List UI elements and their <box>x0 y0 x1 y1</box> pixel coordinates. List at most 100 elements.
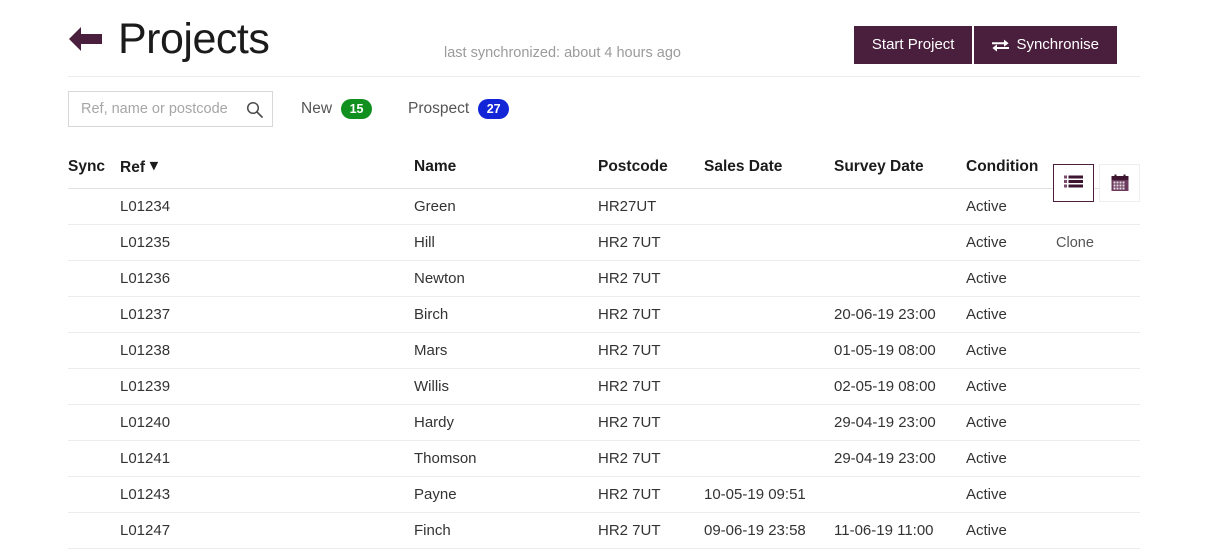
column-header-sales-date[interactable]: Sales Date <box>704 156 834 189</box>
sync-cell <box>68 296 120 333</box>
survey-date-cell: 29-04-19 23:00 <box>834 404 966 441</box>
ref-cell: L01237 <box>120 296 414 333</box>
condition-cell: Active <box>966 440 1056 477</box>
sync-cell <box>68 260 120 297</box>
sync-cell <box>68 476 120 513</box>
sync-cell <box>68 440 120 477</box>
sync-cell <box>68 188 120 225</box>
survey-date-cell: 11-06-19 11:00 <box>834 512 966 549</box>
sales-date-cell <box>704 440 834 477</box>
condition-cell: Active <box>966 332 1056 369</box>
column-header-ref[interactable]: Ref ▾ <box>120 156 414 189</box>
name-cell: Hill <box>414 224 598 261</box>
sales-date-cell <box>704 404 834 441</box>
sales-date-cell: 10-05-19 09:51 <box>704 476 834 513</box>
ref-cell: L01239 <box>120 368 414 405</box>
column-header-name[interactable]: Name <box>414 156 598 189</box>
page-header: Projects last synchronized: about 4 hour… <box>0 0 1208 78</box>
row-action-cell <box>1056 260 1140 297</box>
ref-cell: L01238 <box>120 332 414 369</box>
projects-table: Sync Ref ▾ Name Postcode Sales Date Surve… <box>68 156 1140 549</box>
condition-cell: Active <box>966 188 1056 225</box>
sales-date-cell <box>704 296 834 333</box>
row-action-cell <box>1056 332 1140 369</box>
condition-cell: Active <box>966 476 1056 513</box>
table-row[interactable]: L01234 Green HR27UT Active <box>68 188 1140 225</box>
name-cell: Payne <box>414 476 598 513</box>
name-cell: Finch <box>414 512 598 549</box>
column-header-sync[interactable]: Sync <box>68 156 120 189</box>
survey-date-cell <box>834 476 966 513</box>
condition-cell: Active <box>966 296 1056 333</box>
sync-cell <box>68 332 120 369</box>
title-group: Projects <box>68 14 270 63</box>
column-header-postcode[interactable]: Postcode <box>598 156 704 189</box>
sales-date-cell <box>704 260 834 297</box>
survey-date-cell: 20-06-19 23:00 <box>834 296 966 333</box>
column-header-survey-date[interactable]: Survey Date <box>834 156 966 189</box>
sort-caret-icon[interactable]: ▾ <box>150 156 158 175</box>
table-row[interactable]: L01236 Newton HR2 7UT Active <box>68 260 1140 297</box>
last-synchronized-text: last synchronized: about 4 hours ago <box>444 45 681 61</box>
sales-date-cell <box>704 332 834 369</box>
row-action-cell <box>1056 476 1140 513</box>
projects-table-wrap: Sync Ref ▾ Name Postcode Sales Date Surve… <box>0 156 1208 549</box>
table-row[interactable]: L01247 Finch HR2 7UT 09-06-19 23:58 11-06-19… <box>68 512 1140 549</box>
survey-date-cell: 02-05-19 08:00 <box>834 368 966 405</box>
search-box[interactable] <box>68 91 273 127</box>
search-input[interactable] <box>69 92 272 126</box>
table-row[interactable]: L01238 Mars HR2 7UT 01-05-19 08:00 Active <box>68 332 1140 369</box>
row-action-cell <box>1056 440 1140 477</box>
view-toggle <box>1053 164 1140 202</box>
exchange-arrows-icon <box>992 39 1010 52</box>
postcode-cell: HR2 7UT <box>598 440 704 477</box>
survey-date-cell <box>834 224 966 261</box>
table-row[interactable]: L01235 Hill HR2 7UT Active Clone <box>68 224 1140 261</box>
synchronise-button[interactable]: Synchronise <box>974 26 1117 64</box>
postcode-cell: HR2 7UT <box>598 296 704 333</box>
synchronise-label: Synchronise <box>1016 36 1099 53</box>
table-row[interactable]: L01239 Willis HR2 7UT 02-05-19 08:00 Active <box>68 368 1140 405</box>
table-row[interactable]: L01243 Payne HR2 7UT 10-05-19 09:51 Active <box>68 476 1140 513</box>
postcode-cell: HR2 7UT <box>598 332 704 369</box>
back-arrow-icon[interactable] <box>68 26 104 52</box>
postcode-cell: HR2 7UT <box>598 476 704 513</box>
survey-date-cell <box>834 260 966 297</box>
header-divider <box>68 76 1140 77</box>
survey-date-cell: 01-05-19 08:00 <box>834 332 966 369</box>
sync-cell <box>68 512 120 549</box>
list-view-button[interactable] <box>1053 164 1094 202</box>
clone-link[interactable]: Clone <box>1056 235 1094 251</box>
filter-new[interactable]: New 15 <box>301 99 373 119</box>
ref-cell: L01241 <box>120 440 414 477</box>
table-row[interactable]: L01241 Thomson HR2 7UT 29-04-19 23:00 Active <box>68 440 1140 477</box>
column-header-ref-label: Ref <box>120 159 145 176</box>
ref-cell: L01235 <box>120 224 414 261</box>
postcode-cell: HR27UT <box>598 188 704 225</box>
header-actions: Start Project Synchronise <box>853 26 1117 64</box>
filter-links: New 15 Prospect 27 <box>301 99 510 119</box>
start-project-button[interactable]: Start Project <box>853 26 973 64</box>
page-title: Projects <box>118 14 270 63</box>
toolbar: New 15 Prospect 27 <box>0 78 1208 202</box>
name-cell: Green <box>414 188 598 225</box>
sales-date-cell: 09-06-19 23:58 <box>704 512 834 549</box>
sync-cell <box>68 368 120 405</box>
postcode-cell: HR2 7UT <box>598 224 704 261</box>
ref-cell: L01236 <box>120 260 414 297</box>
row-action-cell <box>1056 296 1140 333</box>
name-cell: Birch <box>414 296 598 333</box>
table-row[interactable]: L01240 Hardy HR2 7UT 29-04-19 23:00 Active <box>68 404 1140 441</box>
name-cell: Willis <box>414 368 598 405</box>
name-cell: Thomson <box>414 440 598 477</box>
name-cell: Newton <box>414 260 598 297</box>
calendar-view-button[interactable] <box>1099 164 1140 202</box>
filter-prospect-label: Prospect <box>408 100 470 117</box>
row-action-cell <box>1056 404 1140 441</box>
ref-cell: L01243 <box>120 476 414 513</box>
filter-prospect-badge: 27 <box>478 99 510 119</box>
table-row[interactable]: L01237 Birch HR2 7UT 20-06-19 23:00 Active <box>68 296 1140 333</box>
filter-prospect[interactable]: Prospect 27 <box>408 99 510 119</box>
filter-new-badge: 15 <box>341 99 373 119</box>
projects-page: Projects last synchronized: about 4 hour… <box>0 0 1208 554</box>
